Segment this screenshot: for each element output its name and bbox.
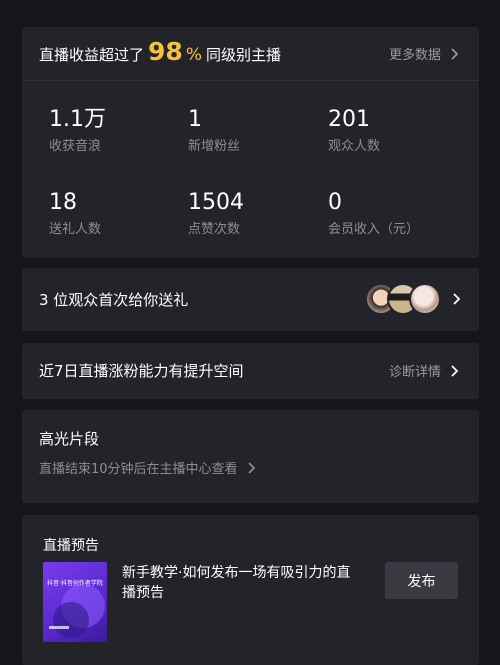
headline-percent: 98 <box>148 37 183 66</box>
stat-value: 1.1万 <box>49 107 106 132</box>
highlights-subtitle: 直播结束10分钟后在主播中心查看 <box>39 462 238 477</box>
stat-value: 1 <box>188 107 202 132</box>
gifter-avatars <box>365 283 445 317</box>
stat-label: 观众人数 <box>328 139 381 154</box>
chevron-right-icon <box>247 461 255 474</box>
first-gift-row[interactable]: 3 位观众首次给你送礼 <box>22 268 479 331</box>
chevron-right-icon <box>453 293 461 305</box>
more-data-link[interactable]: 更多数据 <box>389 44 461 63</box>
stat-new-fans: 1 新增粉丝 <box>188 107 318 154</box>
headline-prefix: 直播收益超过了 <box>39 46 145 64</box>
fan-growth-row[interactable]: 近7日直播涨粉能力有提升空间 诊断详情 <box>22 343 479 399</box>
highlights-card: 高光片段 直播结束10分钟后在主播中心查看 <box>22 410 479 503</box>
stat-gift-senders: 18 送礼人数 <box>49 190 179 237</box>
stat-value: 1504 <box>188 190 244 215</box>
stat-member-income: 0 会员收入（元） <box>328 190 458 237</box>
highlights-title: 高光片段 <box>39 430 100 448</box>
stat-label: 新增粉丝 <box>188 139 241 154</box>
publish-button[interactable]: 发布 <box>385 562 458 599</box>
headline-suffix: 同级别主播 <box>205 46 281 64</box>
fan-growth-text: 近7日直播涨粉能力有提升空间 <box>39 362 244 380</box>
diagnose-details-label: 诊断详情 <box>388 365 441 380</box>
diagnose-details-link[interactable]: 诊断详情 <box>389 361 461 380</box>
more-data-label: 更多数据 <box>388 48 441 63</box>
chevron-right-icon <box>451 47 459 60</box>
headline-percent-sign: % <box>185 45 202 65</box>
stat-likes: 1504 点赞次数 <box>188 190 318 237</box>
preview-description: 新手教学·如何发布一场有吸引力的直播预告 <box>122 565 351 601</box>
first-gift-text: 3 位观众首次给你送礼 <box>39 291 189 309</box>
preview-title: 直播预告 <box>43 538 99 554</box>
stat-label: 收获音浪 <box>49 139 102 154</box>
highlights-subtitle-link[interactable]: 直播结束10分钟后在主播中心查看 <box>39 458 258 477</box>
stat-value: 0 <box>328 190 342 215</box>
stat-label: 点赞次数 <box>188 222 241 237</box>
stat-value: 18 <box>49 190 77 215</box>
stat-label: 送礼人数 <box>49 222 102 237</box>
thumbnail-art <box>49 584 105 638</box>
stat-gifts-received: 1.1万 收获音浪 <box>49 107 179 154</box>
live-preview-card: 直播预告 抖音·抖音创作者学院 新手教学·如何发布一场有吸引力的直播预告 发布 <box>22 515 479 665</box>
chevron-right-icon <box>451 364 459 377</box>
stat-value: 201 <box>328 107 370 132</box>
stat-label: 会员收入（元） <box>328 222 420 237</box>
earnings-headline: 直播收益超过了 98 % 同级别主播 <box>39 37 281 66</box>
avatar <box>409 283 441 315</box>
stat-viewers: 201 观众人数 <box>328 107 458 154</box>
thumbnail-tag: 抖音·抖音创作者学院 <box>47 580 103 587</box>
preview-thumbnail[interactable]: 抖音·抖音创作者学院 <box>43 562 107 642</box>
stats-header: 直播收益超过了 98 % 同级别主播 更多数据 <box>22 27 479 81</box>
live-stats-card: 直播收益超过了 98 % 同级别主播 更多数据 1.1万 收获音浪 1 新增粉丝… <box>22 27 479 258</box>
